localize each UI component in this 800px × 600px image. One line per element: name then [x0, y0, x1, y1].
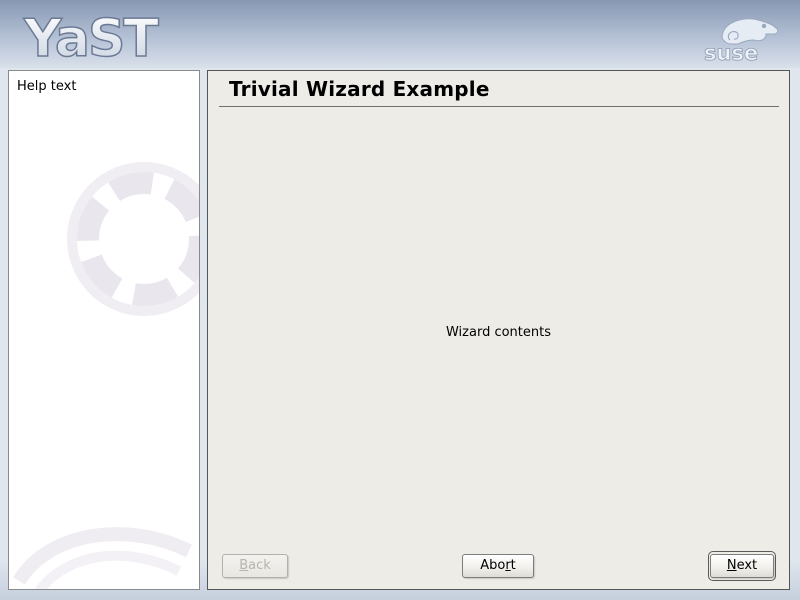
wizard-panel: Trivial Wizard Example Wizard contents B…: [207, 70, 790, 590]
help-text: Help text: [17, 79, 77, 94]
wizard-contents-label: Wizard contents: [445, 325, 551, 340]
back-button[interactable]: Back: [222, 554, 288, 578]
next-button[interactable]: Next: [710, 554, 774, 578]
header-banner: YaST suse: [0, 0, 800, 68]
next-button-label-post: ext: [736, 558, 758, 573]
yast-logo: YaST: [22, 8, 162, 64]
abort-button-label-pre: Abo: [480, 558, 506, 573]
abort-button-label-post: t: [510, 558, 516, 573]
title-divider: [219, 106, 779, 107]
lifebuoy-watermark-bottom-icon: [13, 527, 193, 589]
back-button-label-post: ack: [248, 558, 271, 573]
wizard-title: Trivial Wizard Example: [229, 77, 490, 101]
yast-logo-text: YaST: [23, 9, 159, 64]
help-panel[interactable]: Help text: [8, 70, 200, 590]
abort-button[interactable]: Abort: [462, 554, 534, 578]
yast-wizard-window: YaST suse Help text Trivial Wizard Examp…: [0, 0, 800, 600]
suse-logo-text: suse: [704, 41, 758, 64]
back-button-mnemonic: B: [239, 558, 249, 573]
lifebuoy-watermark-icon: [67, 162, 199, 316]
suse-logo: suse: [704, 18, 779, 64]
next-button-mnemonic: N: [726, 558, 737, 573]
